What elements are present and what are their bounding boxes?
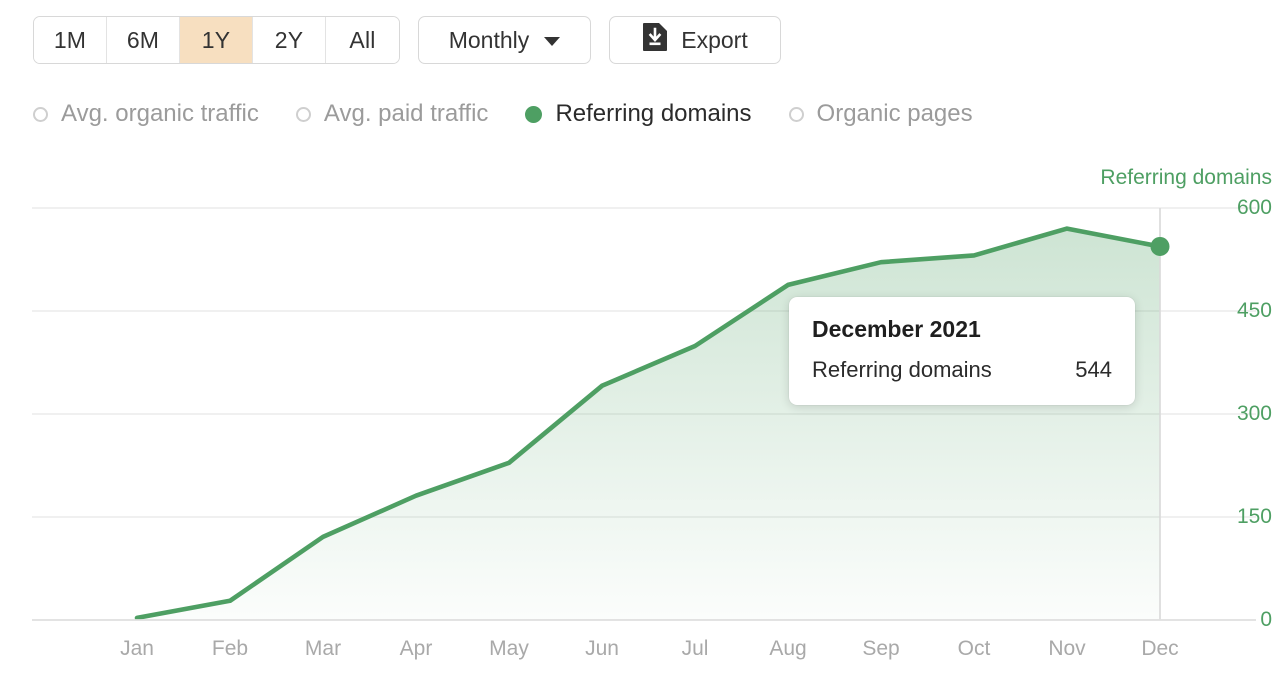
y-axis-tick-label: 150 <box>1237 505 1272 529</box>
legend-item-organic-pages[interactable]: Organic pages <box>789 100 973 128</box>
y-axis-tick-label: 450 <box>1237 299 1272 323</box>
legend-label: Organic pages <box>817 100 973 128</box>
x-axis-tick-label: Mar <box>305 637 341 661</box>
legend-label: Referring domains <box>555 100 751 128</box>
x-axis-tick-label: Apr <box>400 637 433 661</box>
y-axis-tick-label: 300 <box>1237 402 1272 426</box>
legend-marker-icon <box>33 107 48 122</box>
x-axis-tick-label: Jan <box>120 637 154 661</box>
tooltip-metric-label: Referring domains <box>812 357 992 383</box>
legend-marker-icon <box>296 107 311 122</box>
tooltip-title: December 2021 <box>812 316 1112 343</box>
legend-label: Avg. paid traffic <box>324 100 489 128</box>
export-button-label: Export <box>681 27 747 54</box>
chevron-down-icon <box>544 37 560 46</box>
x-axis-tick-label: Oct <box>958 637 991 661</box>
y-axis-title: Referring domains <box>1100 166 1272 190</box>
x-axis-tick-label: May <box>489 637 529 661</box>
range-button-1m[interactable]: 1M <box>34 17 107 63</box>
y-axis-tick-label: 600 <box>1237 196 1272 220</box>
range-button-6m[interactable]: 6M <box>107 17 180 63</box>
chart-toolbar: 1M 6M 1Y 2Y All Monthly Export <box>33 16 781 64</box>
legend-item-referring-domains[interactable]: Referring domains <box>525 100 751 128</box>
date-range-segmented-control[interactable]: 1M 6M 1Y 2Y All <box>33 16 400 64</box>
legend-item-avg-organic-traffic[interactable]: Avg. organic traffic <box>33 100 259 128</box>
download-document-icon <box>642 22 668 58</box>
export-button[interactable]: Export <box>609 16 781 64</box>
chart-tooltip: December 2021 Referring domains 544 <box>789 297 1135 405</box>
legend-marker-icon <box>525 106 542 123</box>
x-axis-tick-label: Jul <box>682 637 709 661</box>
granularity-dropdown[interactable]: Monthly <box>418 16 591 64</box>
x-axis-tick-label: Jun <box>585 637 619 661</box>
series-area-fill <box>137 229 1160 620</box>
tooltip-metric-value: 544 <box>1075 357 1112 383</box>
highlighted-data-point[interactable] <box>1151 237 1170 256</box>
granularity-value: Monthly <box>449 27 530 54</box>
range-button-2y[interactable]: 2Y <box>253 17 326 63</box>
y-axis-tick-label: 0 <box>1260 608 1272 632</box>
x-axis-tick-label: Feb <box>212 637 248 661</box>
chart-series-group <box>32 208 1256 620</box>
x-axis-tick-label: Nov <box>1048 637 1085 661</box>
legend-label: Avg. organic traffic <box>61 100 259 128</box>
chart-gridlines <box>32 208 1256 620</box>
tooltip-row: Referring domains 544 <box>812 357 1112 383</box>
range-button-all[interactable]: All <box>326 17 399 63</box>
legend-marker-icon <box>789 107 804 122</box>
x-axis-tick-label: Dec <box>1141 637 1178 661</box>
x-axis-tick-label: Sep <box>862 637 899 661</box>
range-button-1y[interactable]: 1Y <box>180 17 253 63</box>
series-line <box>137 229 1160 618</box>
x-axis-tick-label: Aug <box>769 637 806 661</box>
legend-item-avg-paid-traffic[interactable]: Avg. paid traffic <box>296 100 489 128</box>
series-legend: Avg. organic traffic Avg. paid traffic R… <box>33 100 973 128</box>
